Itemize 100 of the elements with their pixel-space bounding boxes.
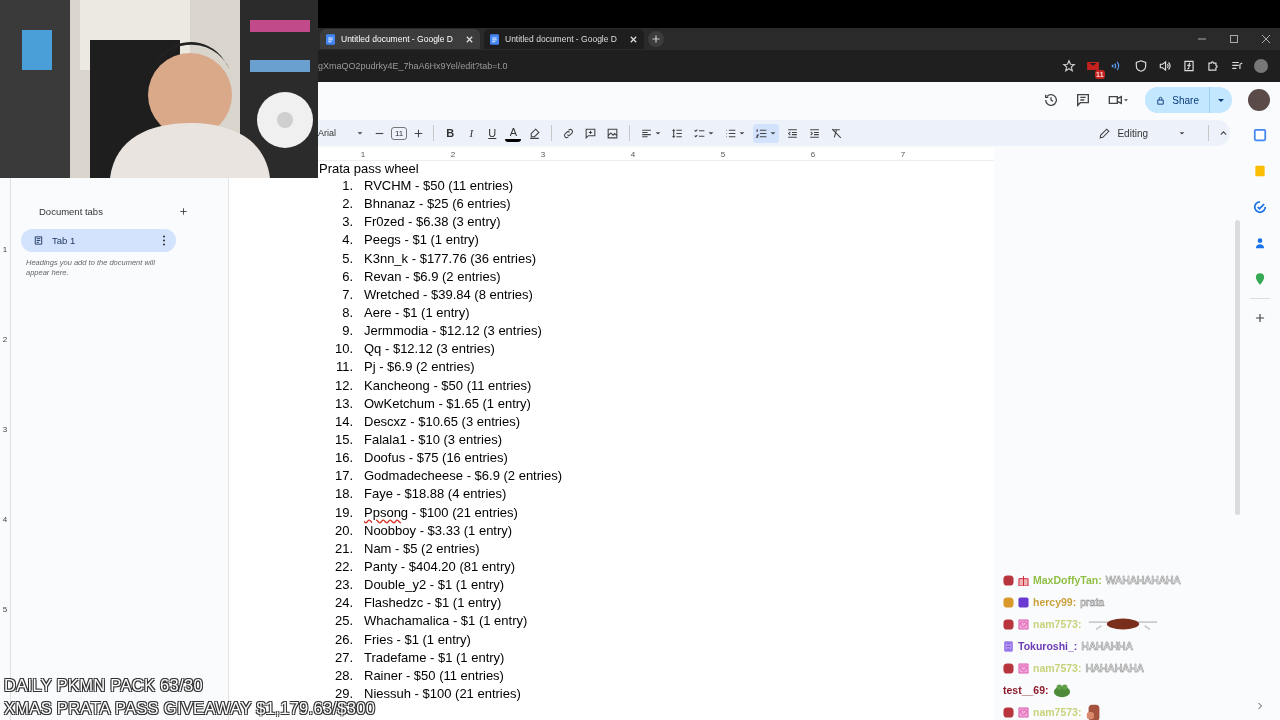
list-entry: Noobboy - $3.33 (1 entry)	[364, 521, 513, 540]
list-entry: Peegs - $1 (1 entry)	[364, 231, 479, 250]
caret-icon	[707, 129, 716, 137]
list-entry: Qq - $12.12 (3 entries)	[364, 340, 495, 359]
list-number: 12.	[333, 376, 353, 395]
browser-tab[interactable]: Untitled document - Google D	[484, 29, 644, 49]
list-entry: Jermmodia - $12.12 (3 entries)	[364, 322, 542, 341]
profile-avatar[interactable]	[1254, 59, 1268, 73]
list-number: 9.	[341, 322, 353, 341]
chat-username: hercy99:	[1033, 596, 1077, 608]
lock-icon	[1155, 94, 1167, 106]
caret-icon	[654, 129, 663, 137]
list-entry: Falala1 - $10 (3 entries)	[364, 430, 502, 449]
font-dropdown[interactable]: Arial	[318, 128, 368, 138]
font-size-field[interactable]: 11	[391, 126, 408, 140]
ruler-number: 2	[1, 333, 9, 346]
history-icon[interactable]	[1043, 92, 1060, 108]
shield-icon[interactable]	[1134, 59, 1148, 73]
heart-badge-icon	[1018, 662, 1029, 674]
caret-icon	[769, 129, 778, 137]
list-entry: Kancheong - $50 (11 entries)	[364, 376, 532, 395]
chat-message: HAHAHAHA	[1085, 662, 1144, 674]
list-number: 21.	[333, 539, 353, 558]
list-entry: RVCHM - $50 (11 entries)	[364, 177, 514, 195]
list-number: 6.	[341, 267, 353, 286]
ruler-number: 6	[809, 148, 817, 160]
speaker-icon[interactable]	[1158, 59, 1172, 73]
list-entry: OwKetchum - $1.65 (1 entry)	[364, 394, 531, 413]
close-icon[interactable]	[1260, 33, 1272, 45]
star-icon[interactable]	[1062, 59, 1076, 73]
chat-message: WAHAHAHAHA	[1105, 574, 1181, 586]
list-number: 23.	[333, 576, 353, 595]
list-number: 8.	[341, 304, 353, 322]
list-number: 28.	[333, 666, 353, 685]
document-icon	[33, 235, 44, 246]
tab-title: Untitled document - Google D	[341, 34, 454, 44]
underline-button[interactable]: U	[484, 123, 501, 143]
chat-username: test__69:	[1003, 684, 1049, 696]
calendar-icon[interactable]	[1253, 128, 1267, 142]
text-color-button[interactable]: A	[505, 124, 522, 142]
list-number: 1.	[341, 177, 353, 195]
ruler-number: 7	[899, 148, 907, 160]
chat-username: MaxDoffyTan:	[1033, 574, 1102, 586]
stream-overlay-text: DAILY PKMN PACK 63/30	[4, 675, 203, 696]
maximize-icon[interactable]	[1228, 33, 1240, 45]
add-comment-icon	[584, 126, 598, 140]
ruler-number: 3	[539, 148, 547, 160]
list-entry: Descxz - $10.65 (3 entries)	[364, 412, 521, 431]
more-options-icon[interactable]	[162, 235, 166, 246]
tasks-icon[interactable]	[1253, 200, 1267, 214]
address-bar[interactable]: gXmaQO2pudrky4E_7haA6Hx9Yel/edit?tab=t.0	[318, 61, 1052, 71]
editing-mode-dropdown[interactable]: Editing	[1098, 126, 1186, 140]
list-number: 25.	[333, 612, 353, 631]
list-entry: Fries - $1 (1 entry)	[364, 630, 471, 649]
list-entry: Aere - $1 (1 entry)	[364, 304, 470, 322]
sidebar-heading: Document tabs	[39, 205, 103, 217]
chat-username: nam7573:	[1033, 706, 1082, 718]
list-entry: Nam - $5 (2 entries)	[364, 539, 480, 558]
list-entry: Whachamalica - $1 (1 entry)	[364, 612, 528, 631]
notification-badge: 11	[1094, 70, 1105, 79]
list-entry: Faye - $18.88 (4 entries)	[364, 485, 507, 504]
new-tab-icon[interactable]	[648, 31, 664, 47]
script-icon[interactable]	[1182, 59, 1196, 73]
caret-icon	[1178, 129, 1186, 137]
contacts-icon[interactable]	[1253, 236, 1267, 250]
list-number: 7.	[341, 285, 353, 304]
numbered-list-icon	[755, 126, 769, 140]
ruler-number: 1	[359, 148, 367, 160]
list-entry: Niessuh - $100 (21 entries)	[364, 684, 521, 701]
ruler-number: 2	[449, 148, 457, 160]
document-tab[interactable]: Tab 1	[21, 229, 176, 252]
add-tab-icon[interactable]	[178, 205, 189, 217]
list-number: 11.	[334, 358, 353, 377]
ruler-number: 4	[629, 148, 637, 160]
list-entry: Rainer - $50 (11 entries)	[364, 666, 504, 685]
chat-message: prata	[1080, 596, 1105, 608]
add-icon[interactable]	[1253, 311, 1267, 325]
link-icon	[562, 126, 576, 140]
maps-icon[interactable]	[1253, 272, 1267, 286]
share-button[interactable]: Share	[1145, 87, 1210, 113]
increase-indent-icon	[808, 126, 822, 140]
account-avatar[interactable]	[1248, 89, 1270, 111]
list-number: 13.	[333, 394, 353, 413]
italic-button[interactable]: I	[463, 123, 480, 143]
browser-tab[interactable]: Untitled document - Google D	[320, 29, 480, 49]
stream-overlay-text: XMAS PRATA PASS GIVEAWAY $1,179.63/$300	[4, 698, 376, 719]
list-number: 17.	[333, 467, 353, 486]
list-entry: Godmadecheese - $6.9 (2 entries)	[364, 467, 562, 486]
numbered-list-button[interactable]	[753, 123, 780, 143]
scrollbar[interactable]	[1235, 220, 1240, 515]
puzzle-icon[interactable]	[1206, 59, 1220, 73]
comment-icon[interactable]	[1075, 92, 1092, 108]
decrease-indent-icon	[786, 126, 800, 140]
ruler-number: 5	[1, 603, 9, 616]
bold-button[interactable]: B	[442, 123, 459, 143]
list-number: 3.	[341, 213, 353, 232]
caret-icon	[738, 129, 747, 137]
list-number: 19.	[333, 503, 353, 522]
list-number: 24.	[333, 594, 353, 613]
mail-icon[interactable]	[1086, 59, 1100, 73]
